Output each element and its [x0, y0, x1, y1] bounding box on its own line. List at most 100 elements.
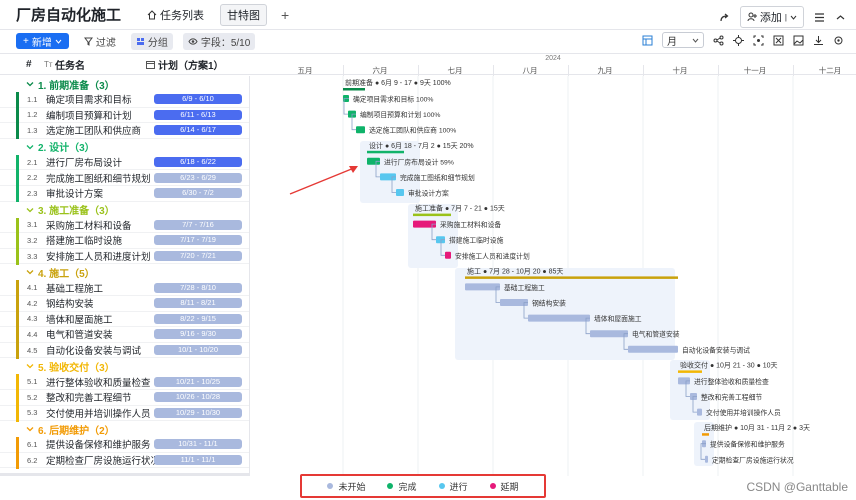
- table-row[interactable]: 5.2 整改和完善工程细节 10/26 - 10/28: [0, 390, 249, 406]
- plan-header[interactable]: 计划（方案1）: [158, 57, 224, 72]
- group-header[interactable]: 4. 施工（5）: [0, 264, 249, 280]
- task-bar[interactable]: [356, 126, 365, 134]
- task-bar[interactable]: [465, 283, 500, 291]
- table-row[interactable]: 5.3 交付使用并培训操作人员 10/29 - 10/30: [0, 405, 249, 422]
- group-summary-bar[interactable]: [343, 88, 365, 91]
- plan-pill[interactable]: 6/23 - 6/29: [154, 172, 242, 183]
- table-row[interactable]: 1.1 确定项目需求和目标 6/9 - 6/10: [0, 92, 249, 108]
- name-header[interactable]: 任务名: [55, 57, 85, 72]
- group-header[interactable]: 6. 后期维护（2）: [0, 421, 249, 437]
- plan-pill[interactable]: 10/1 - 10/20: [154, 345, 242, 356]
- task-name[interactable]: 安排施工人员和进度计划: [46, 249, 151, 263]
- new-button[interactable]: + 新增: [16, 33, 69, 49]
- plan-pill[interactable]: 9/16 - 9/30: [154, 329, 242, 340]
- group-header[interactable]: 5. 验收交付（3）: [0, 358, 249, 374]
- table-row[interactable]: 4.4 电气和管道安装 9/16 - 9/30: [0, 327, 249, 344]
- group-summary-bar[interactable]: [702, 433, 709, 436]
- tab-gantt[interactable]: 甘特图: [212, 0, 275, 30]
- plan-pill[interactable]: 7/17 - 7/19: [154, 235, 242, 246]
- table-row[interactable]: 4.2 钢结构安装 8/11 - 8/21: [0, 296, 249, 312]
- task-bar[interactable]: [697, 408, 702, 416]
- chevron-down-icon[interactable]: [26, 143, 34, 151]
- table-row[interactable]: 1.3 选定施工团队和供应商 6/14 - 6/17: [0, 123, 249, 140]
- task-bar[interactable]: [528, 314, 590, 322]
- table-row[interactable]: 4.3 墙体和屋面施工 8/22 - 9/15: [0, 311, 249, 328]
- collapse-icon[interactable]: [835, 12, 846, 23]
- task-name[interactable]: 基础工程施工: [46, 281, 103, 295]
- group-header[interactable]: 2. 设计（3）: [0, 139, 249, 155]
- plan-pill[interactable]: 7/7 - 7/16: [154, 219, 242, 230]
- task-name[interactable]: 电气和管道安装: [46, 327, 113, 341]
- table-row[interactable]: 2.3 审批设计方案 6/30 - 7/2: [0, 186, 249, 202]
- table-row[interactable]: 2.1 进行厂房布局设计 6/18 - 6/22: [0, 154, 249, 171]
- task-bar[interactable]: [705, 455, 708, 463]
- table-row[interactable]: 3.1 采购施工材料和设备 7/7 - 7/16: [0, 217, 249, 234]
- time-scale-select[interactable]: 月: [662, 32, 704, 48]
- more-icon[interactable]: [814, 12, 825, 23]
- chevron-down-icon[interactable]: [26, 425, 34, 433]
- plan-pill[interactable]: 10/21 - 10/25: [154, 376, 242, 387]
- layout-icon[interactable]: [642, 35, 653, 46]
- link-icon[interactable]: [713, 35, 724, 46]
- filter-button[interactable]: 过滤: [79, 33, 121, 50]
- task-name[interactable]: 进行整体验收和质量检查: [46, 375, 151, 389]
- task-name[interactable]: 钢结构安装: [46, 296, 94, 310]
- table-row[interactable]: 3.3 安排施工人员和进度计划 7/20 - 7/21: [0, 248, 249, 265]
- task-name[interactable]: 完成施工图纸和细节规划: [46, 171, 151, 185]
- plan-pill[interactable]: 8/22 - 9/15: [154, 313, 242, 324]
- task-name[interactable]: 审批设计方案: [46, 186, 103, 200]
- task-name[interactable]: 搭建施工临时设施: [46, 233, 122, 247]
- table-row[interactable]: 1.2 编制项目预算和计划 6/11 - 6/13: [0, 107, 249, 124]
- table-row[interactable]: 6.2 定期检查厂房设施运行状况 11/1 - 11/1: [0, 452, 249, 469]
- task-name[interactable]: 编制项目预算和计划: [46, 108, 132, 122]
- plan-pill[interactable]: 10/29 - 10/30: [154, 407, 242, 418]
- table-row[interactable]: 6.1 提供设备保修和维护服务 10/31 - 11/1: [0, 437, 249, 454]
- group-summary-bar[interactable]: [465, 276, 678, 279]
- task-name[interactable]: 提供设备保修和维护服务: [46, 437, 151, 451]
- fields-button[interactable]: 字段：5/10: [182, 32, 256, 50]
- chevron-down-icon[interactable]: [26, 268, 34, 276]
- download-icon[interactable]: [813, 35, 824, 46]
- task-name[interactable]: 定期检查厂房设施运行状况: [46, 453, 160, 467]
- fit-icon[interactable]: [753, 35, 764, 46]
- group-button[interactable]: 分组: [130, 32, 173, 50]
- task-name[interactable]: 交付使用并培训操作人员: [46, 406, 151, 420]
- task-bar[interactable]: [445, 251, 451, 259]
- plan-pill[interactable]: 6/11 - 6/13: [154, 109, 242, 120]
- group-summary-bar[interactable]: [413, 213, 451, 217]
- task-name[interactable]: 自动化设备安装与调试: [46, 343, 141, 357]
- tab-task-list[interactable]: 任务列表: [139, 0, 212, 30]
- task-name[interactable]: 整改和完善工程细节: [46, 390, 132, 404]
- locate-icon[interactable]: [733, 34, 744, 46]
- plan-pill[interactable]: 10/31 - 11/1: [154, 439, 242, 450]
- grid-scrollbar[interactable]: [0, 473, 250, 476]
- task-name[interactable]: 进行厂房布局设计: [46, 155, 122, 169]
- chevron-down-icon[interactable]: [26, 206, 34, 214]
- group-header[interactable]: 3. 施工准备（3）: [0, 202, 249, 218]
- table-row[interactable]: 2.2 完成施工图纸和细节规划 6/23 - 6/29: [0, 170, 249, 187]
- plan-pill[interactable]: 6/14 - 6/17: [154, 125, 242, 136]
- plan-pill[interactable]: 11/1 - 11/1: [154, 455, 242, 466]
- chevron-down-icon[interactable]: [26, 80, 34, 88]
- plan-pill[interactable]: 10/26 - 10/28: [154, 392, 242, 403]
- table-row[interactable]: 5.1 进行整体验收和质量检查 10/21 - 10/25: [0, 374, 249, 391]
- add-member-button[interactable]: 添加 |: [739, 6, 804, 28]
- image-icon[interactable]: [793, 35, 804, 46]
- task-name[interactable]: 采购施工材料和设备: [46, 218, 132, 232]
- chevron-down-icon[interactable]: [26, 362, 34, 370]
- group-header[interactable]: 1. 前期准备（3）: [0, 76, 249, 92]
- plan-pill[interactable]: 8/11 - 8/21: [154, 298, 242, 309]
- fullscreen-icon[interactable]: [773, 35, 784, 46]
- table-row[interactable]: 3.2 搭建施工临时设施 7/17 - 7/19: [0, 233, 249, 250]
- task-name[interactable]: 墙体和屋面施工: [46, 312, 113, 326]
- plan-pill[interactable]: 6/9 - 6/10: [154, 94, 242, 105]
- task-bar[interactable]: [590, 330, 628, 338]
- group-summary-bar[interactable]: [678, 370, 702, 373]
- share-icon[interactable]: [719, 12, 730, 23]
- table-row[interactable]: 4.1 基础工程施工 7/28 - 8/10: [0, 280, 249, 297]
- task-bar[interactable]: [396, 189, 404, 196]
- plan-pill[interactable]: 7/20 - 7/21: [154, 251, 242, 262]
- plan-pill[interactable]: 6/30 - 7/2: [154, 188, 242, 199]
- task-name[interactable]: 选定施工团队和供应商: [46, 123, 141, 137]
- task-bar[interactable]: [628, 345, 678, 353]
